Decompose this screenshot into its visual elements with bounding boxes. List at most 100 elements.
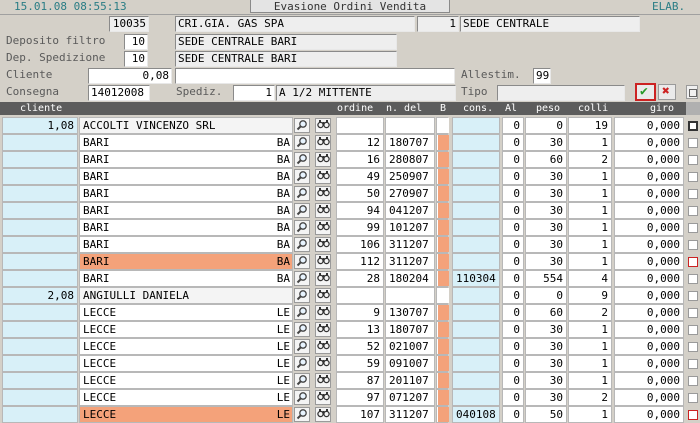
row-checkbox[interactable] [688, 172, 698, 182]
allestim-input[interactable]: 99 [533, 68, 551, 84]
tipo-field[interactable] [497, 85, 625, 101]
magnifier-icon[interactable] [294, 322, 310, 337]
description-cell[interactable]: BARI BA [79, 185, 293, 202]
order-row[interactable]: LECCE LE 52 021007 0 30 1 0,000 [0, 338, 700, 355]
binoculars-icon[interactable] [315, 305, 331, 320]
row-checkbox[interactable] [688, 376, 698, 386]
row-checkbox[interactable] [688, 308, 698, 318]
binoculars-icon[interactable] [315, 237, 331, 252]
col-ndel[interactable]: n. del [386, 102, 422, 115]
row-checkbox[interactable] [688, 240, 698, 250]
order-row[interactable]: BARI BA 16 280807 0 60 2 0,000 [0, 151, 700, 168]
row-checkbox[interactable] [688, 257, 698, 267]
binoculars-icon[interactable] [315, 169, 331, 184]
binoculars-icon[interactable] [315, 118, 331, 133]
description-cell[interactable]: LECCE LE [79, 355, 293, 372]
row-checkbox[interactable] [688, 138, 698, 148]
row-checkbox[interactable] [688, 342, 698, 352]
binoculars-icon[interactable] [315, 220, 331, 235]
binoculars-icon[interactable] [315, 254, 331, 269]
row-checkbox[interactable] [688, 410, 698, 420]
description-cell[interactable]: LECCE LE [79, 321, 293, 338]
description-cell[interactable]: BARI BA [79, 134, 293, 151]
row-checkbox[interactable] [688, 206, 698, 216]
order-row[interactable]: LECCE LE 9 130707 0 60 2 0,000 [0, 304, 700, 321]
magnifier-icon[interactable] [294, 356, 310, 371]
magnifier-icon[interactable] [294, 288, 310, 303]
row-checkbox[interactable] [688, 274, 698, 284]
description-cell[interactable]: LECCE LE [79, 406, 293, 423]
binoculars-icon[interactable] [315, 135, 331, 150]
magnifier-icon[interactable] [294, 390, 310, 405]
print-button[interactable] [686, 85, 698, 99]
binoculars-icon[interactable] [315, 356, 331, 371]
order-row[interactable]: BARI BA 12 180707 0 30 1 0,000 [0, 134, 700, 151]
order-row[interactable]: BARI BA 106 311207 0 30 1 0,000 [0, 236, 700, 253]
order-row[interactable]: LECCE LE 97 071207 0 30 2 0,000 [0, 389, 700, 406]
magnifier-icon[interactable] [294, 305, 310, 320]
row-checkbox[interactable] [688, 291, 698, 301]
magnifier-icon[interactable] [294, 169, 310, 184]
description-cell[interactable]: ACCOLTI VINCENZO SRL [79, 117, 293, 134]
description-cell[interactable]: LECCE LE [79, 372, 293, 389]
magnifier-icon[interactable] [294, 271, 310, 286]
magnifier-icon[interactable] [294, 186, 310, 201]
description-cell[interactable]: BARI BA [79, 253, 293, 270]
magnifier-icon[interactable] [294, 254, 310, 269]
description-cell[interactable]: BARI BA [79, 202, 293, 219]
spediz-input[interactable]: 1 [233, 85, 275, 101]
cliente-input[interactable]: 0,08 [88, 68, 172, 84]
description-cell[interactable]: BARI BA [79, 219, 293, 236]
binoculars-icon[interactable] [315, 288, 331, 303]
cancel-button[interactable]: ✖ [658, 84, 676, 100]
description-cell[interactable]: BARI BA [79, 151, 293, 168]
col-giro[interactable]: giro [650, 102, 674, 115]
binoculars-icon[interactable] [315, 186, 331, 201]
client-group-row[interactable]: 2,08 ANGIULLI DANIELA 0 0 9 0,000 [0, 287, 700, 304]
order-row[interactable]: BARI BA 94 041207 0 30 1 0,000 [0, 202, 700, 219]
description-cell[interactable]: LECCE LE [79, 389, 293, 406]
description-cell[interactable]: BARI BA [79, 236, 293, 253]
description-cell[interactable]: LECCE LE [79, 338, 293, 355]
row-checkbox[interactable] [688, 189, 698, 199]
order-row[interactable]: LECCE LE 107 311207 040108 0 50 1 0,000 [0, 406, 700, 423]
magnifier-icon[interactable] [294, 152, 310, 167]
order-row[interactable]: BARI BA 99 101207 0 30 1 0,000 [0, 219, 700, 236]
col-al[interactable]: Al [505, 102, 517, 115]
binoculars-icon[interactable] [315, 339, 331, 354]
confirm-button[interactable]: ✔ [635, 83, 656, 101]
binoculars-icon[interactable] [315, 373, 331, 388]
magnifier-icon[interactable] [294, 118, 310, 133]
order-row[interactable]: LECCE LE 13 180707 0 30 1 0,000 [0, 321, 700, 338]
binoculars-icon[interactable] [315, 271, 331, 286]
description-cell[interactable]: BARI BA [79, 270, 293, 287]
col-b[interactable]: B [440, 102, 446, 115]
row-checkbox[interactable] [688, 325, 698, 335]
grid-scrollbar[interactable] [686, 102, 700, 115]
order-row[interactable]: BARI BA 28 180204 110304 0 554 4 0,000 [0, 270, 700, 287]
magnifier-icon[interactable] [294, 220, 310, 235]
binoculars-icon[interactable] [315, 407, 331, 422]
description-cell[interactable]: ANGIULLI DANIELA [79, 287, 293, 304]
col-cons[interactable]: cons. [463, 102, 493, 115]
binoculars-icon[interactable] [315, 203, 331, 218]
row-checkbox[interactable] [688, 359, 698, 369]
col-ordine[interactable]: ordine [337, 102, 373, 115]
order-row[interactable]: BARI BA 112 311207 0 30 1 0,000 [0, 253, 700, 270]
client-group-row[interactable]: 1,08 ACCOLTI VINCENZO SRL 0 0 19 0,000 [0, 117, 700, 134]
row-checkbox[interactable] [688, 155, 698, 165]
col-cliente[interactable]: cliente [20, 102, 62, 115]
magnifier-icon[interactable] [294, 237, 310, 252]
binoculars-icon[interactable] [315, 390, 331, 405]
col-peso[interactable]: peso [536, 102, 560, 115]
binoculars-icon[interactable] [315, 322, 331, 337]
description-cell[interactable]: BARI BA [79, 168, 293, 185]
order-row[interactable]: LECCE LE 59 091007 0 30 1 0,000 [0, 355, 700, 372]
magnifier-icon[interactable] [294, 135, 310, 150]
col-colli[interactable]: colli [578, 102, 608, 115]
row-checkbox[interactable] [688, 121, 698, 131]
row-checkbox[interactable] [688, 223, 698, 233]
order-row[interactable]: BARI BA 49 250907 0 30 1 0,000 [0, 168, 700, 185]
magnifier-icon[interactable] [294, 407, 310, 422]
order-row[interactable]: BARI BA 50 270907 0 30 1 0,000 [0, 185, 700, 202]
